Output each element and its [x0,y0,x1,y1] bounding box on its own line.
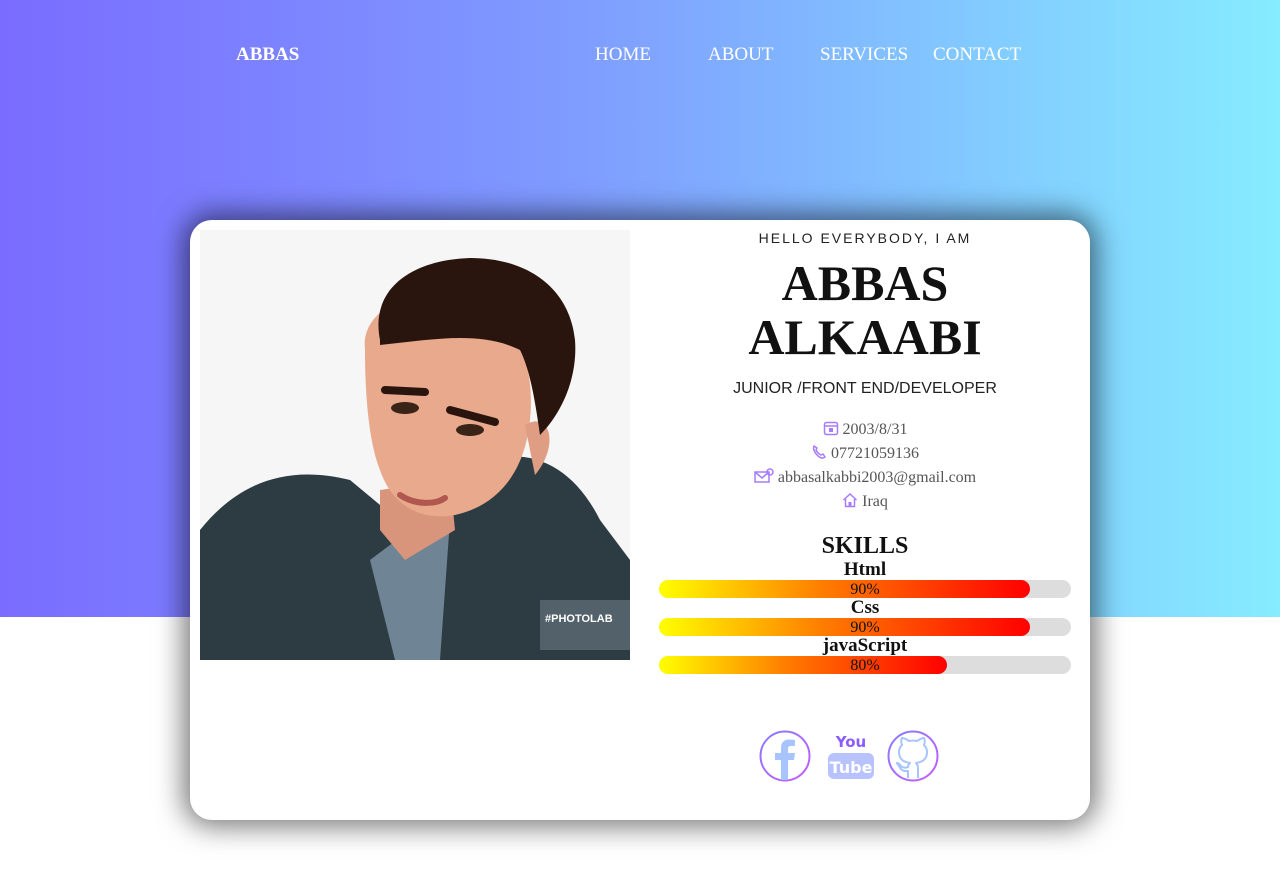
birthday-value: 2003/8/31 [842,421,908,438]
country-value: Iraq [862,493,888,510]
profile-photo: #PHOTOLAB [200,230,630,660]
phone-value[interactable]: 07721059136 [831,445,919,462]
job-title: JUNIOR /FRONT END/DEVELOPER [733,380,997,397]
skill-bar-track: 80% [659,656,1071,674]
svg-text:You: You [835,733,866,751]
youtube-icon[interactable]: You Tube [825,730,877,782]
first-name: ABBAS [781,255,949,311]
facebook-icon[interactable] [759,730,811,782]
phone-row: 07721059136 [650,442,1080,466]
nav-contact[interactable]: CONTACT [933,44,1021,66]
birthday-row: 2003/8/31 [650,418,1080,442]
skill-javascript: javaScript 80% [650,636,1080,674]
home-icon [843,492,858,508]
svg-text:Tube: Tube [830,758,873,777]
skill-name: Html [843,559,887,580]
skill-percent: 90% [850,619,880,636]
skill-css: Css 90% [650,598,1080,636]
last-name: ALKAABI [748,309,982,365]
nav-services[interactable]: SERVICES [820,44,908,66]
skill-name: javaScript [822,635,908,656]
calendar-icon [823,421,838,436]
greeting-text: HELLO EVERYBODY, I AM [758,230,972,246]
skill-bar-track: 90% [659,618,1071,636]
email-value[interactable]: abbasalkabbi2003@gmail.com [778,469,976,486]
email-row: abbasalkabbi2003@gmail.com [650,466,1080,490]
nav-home[interactable]: HOME [595,44,651,66]
skill-percent: 80% [850,657,880,674]
profile-name: ABBAS ALKAABI [650,256,1080,364]
photo-watermark: #PHOTOLAB [545,613,613,625]
skill-percent: 90% [850,581,880,598]
contact-info: 2003/8/31 07721059136 abbasalkabbi2003@g… [650,418,1080,514]
brand-logo[interactable]: ABBAS [236,44,299,66]
country-row: Iraq [650,490,1080,514]
skill-bar-track: 90% [659,580,1071,598]
skills-title: SKILLS [821,533,909,559]
skill-html: Html 90% [650,560,1080,598]
nav-about[interactable]: ABOUT [708,44,773,66]
skill-name: Css [850,597,880,618]
profile-card: #PHOTOLAB HELLO EVERYBODY, I AM ABBAS AL… [190,220,1090,820]
profile-info: HELLO EVERYBODY, I AM ABBAS ALKAABI JUNI… [650,220,1080,674]
phone-icon [812,445,826,459]
social-links: You Tube [759,730,949,782]
email-icon [754,468,774,483]
github-icon[interactable] [887,730,939,782]
